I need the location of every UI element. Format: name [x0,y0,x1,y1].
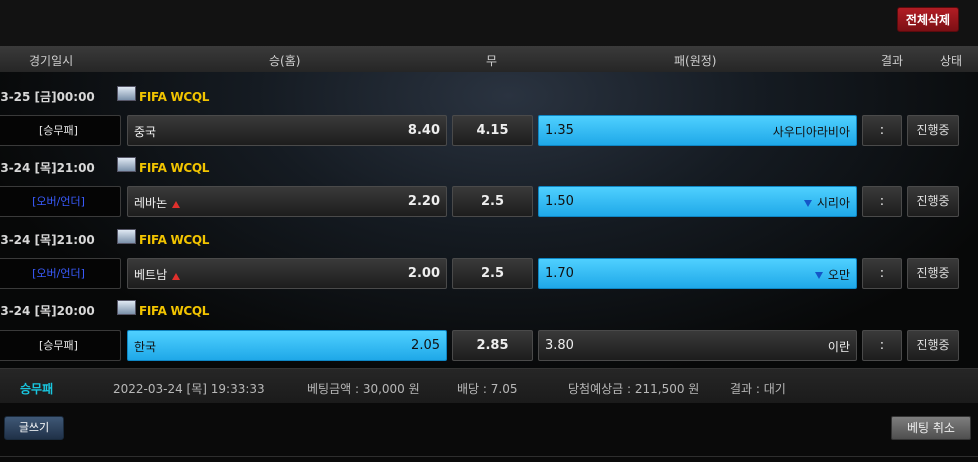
home-odds: 2.05 [411,338,440,353]
divider [0,456,978,457]
match-header: 03-24 [목]21:00 FIFA WCQL [0,223,978,251]
league-name: FIFA WCQL [139,304,210,318]
league-name: FIFA WCQL [139,161,210,175]
away-odds-button[interactable]: 1.50 시리아 [538,186,857,217]
draw-odds-button[interactable]: 2.85 [452,330,533,361]
away-odds-button[interactable]: 3.80 이란 [538,330,857,361]
away-team: 사우디아라비아 [772,125,850,139]
match-datetime: 03-24 [목]21:00 [0,233,95,247]
league-flag-icon [117,300,136,315]
bet-row: [오버/언더] 레바논 2.20 2.5 1.50 시리아 : 진행중 [0,186,978,219]
match-result: : [862,186,902,217]
home-odds: 8.40 [407,123,440,138]
bet-summary: 승무패 2022-03-24 [목] 19:33:33 베팅금액 : 30,00… [0,368,978,404]
league-name: FIFA WCQL [139,90,210,104]
cancel-bet-button[interactable]: 베팅 취소 [891,416,971,440]
footer: 글쓰기 베팅 취소 [0,403,978,462]
summary-result: 결과 : 대기 [730,382,786,396]
arrow-down-icon [814,272,823,279]
away-odds-button[interactable]: 1.35 사우디아라비아 [538,115,857,146]
match-result: : [862,330,902,361]
away-team: 이란 [827,340,850,354]
home-odds: 2.00 [407,266,440,281]
summary-type: 승무패 [20,382,54,396]
bet-row: [승무패] 한국 2.05 2.85 3.80 이란 : 진행중 [0,330,978,363]
draw-odds-button[interactable]: 4.15 [452,115,533,146]
match-datetime: 03-24 [목]20:00 [0,304,95,318]
arrow-up-icon [172,273,181,280]
match-result: : [862,258,902,289]
league-flag-icon [117,157,136,172]
header-draw: 무 [486,54,498,68]
home-team: 레바논 [134,196,168,210]
delete-all-button[interactable]: 전체삭제 [897,7,959,32]
arrow-up-icon [172,201,181,208]
match-status: 진행중 [907,115,959,146]
bet-type: [승무패] [0,330,121,361]
bet-row: [승무패] 중국 8.40 4.15 1.35 사우디아라비아 : 진행중 [0,115,978,148]
top-bar: 전체삭제 [0,0,978,46]
match-datetime: 03-24 [목]21:00 [0,161,95,175]
league-flag-icon [117,86,136,101]
bet-type: [오버/언더] [0,258,121,289]
match-datetime: 03-25 [금]00:00 [0,90,95,104]
away-odds-button[interactable]: 1.70 오만 [538,258,857,289]
home-odds-button[interactable]: 베트남 2.00 [127,258,447,289]
away-odds: 1.70 [545,266,574,281]
bet-type: [승무패] [0,115,121,146]
match-header: 03-24 [목]21:00 FIFA WCQL [0,151,978,179]
draw-odds-button[interactable]: 2.5 [452,258,533,289]
away-team: 시리아 [816,196,850,210]
home-odds-button[interactable]: 한국 2.05 [127,330,447,361]
home-team: 베트남 [134,268,168,282]
bet-row: [오버/언더] 베트남 2.00 2.5 1.70 오만 : 진행중 [0,258,978,291]
away-odds: 1.35 [545,123,574,138]
match-result: : [862,115,902,146]
away-odds: 3.80 [545,338,574,353]
header-result: 결과 [881,54,904,68]
away-team: 오만 [827,268,850,282]
draw-odds-button[interactable]: 2.5 [452,186,533,217]
league-flag-icon [117,229,136,244]
header-status: 상태 [940,54,963,68]
away-odds: 1.50 [545,194,574,209]
home-odds-button[interactable]: 레바논 2.20 [127,186,447,217]
bet-slip-list: 03-25 [금]00:00 FIFA WCQL [승무패] 중국 8.40 4… [0,72,978,368]
write-button[interactable]: 글쓰기 [4,416,64,440]
home-team: 중국 [134,125,157,139]
match-header: 03-24 [목]20:00 FIFA WCQL [0,294,978,322]
summary-bet-amount: 베팅금액 : 30,000 원 [307,382,420,396]
summary-expected-win: 당첨예상금 : 211,500 원 [568,382,700,396]
header-away: 패(원정) [674,54,717,68]
summary-datetime: 2022-03-24 [목] 19:33:33 [113,382,265,396]
arrow-down-icon [803,200,812,207]
match-status: 진행중 [907,258,959,289]
header-datetime: 경기일시 [29,54,74,68]
header-home: 승(홈) [269,54,301,68]
home-odds-button[interactable]: 중국 8.40 [127,115,447,146]
match-header: 03-25 [금]00:00 FIFA WCQL [0,80,978,108]
match-status: 진행중 [907,186,959,217]
home-team: 한국 [134,340,157,354]
match-status: 진행중 [907,330,959,361]
table-header: 경기일시 승(홈) 무 패(원정) 결과 상태 [0,46,978,73]
summary-odds: 배당 : 7.05 [457,382,518,396]
league-name: FIFA WCQL [139,233,210,247]
home-odds: 2.20 [407,194,440,209]
bet-type: [오버/언더] [0,186,121,217]
